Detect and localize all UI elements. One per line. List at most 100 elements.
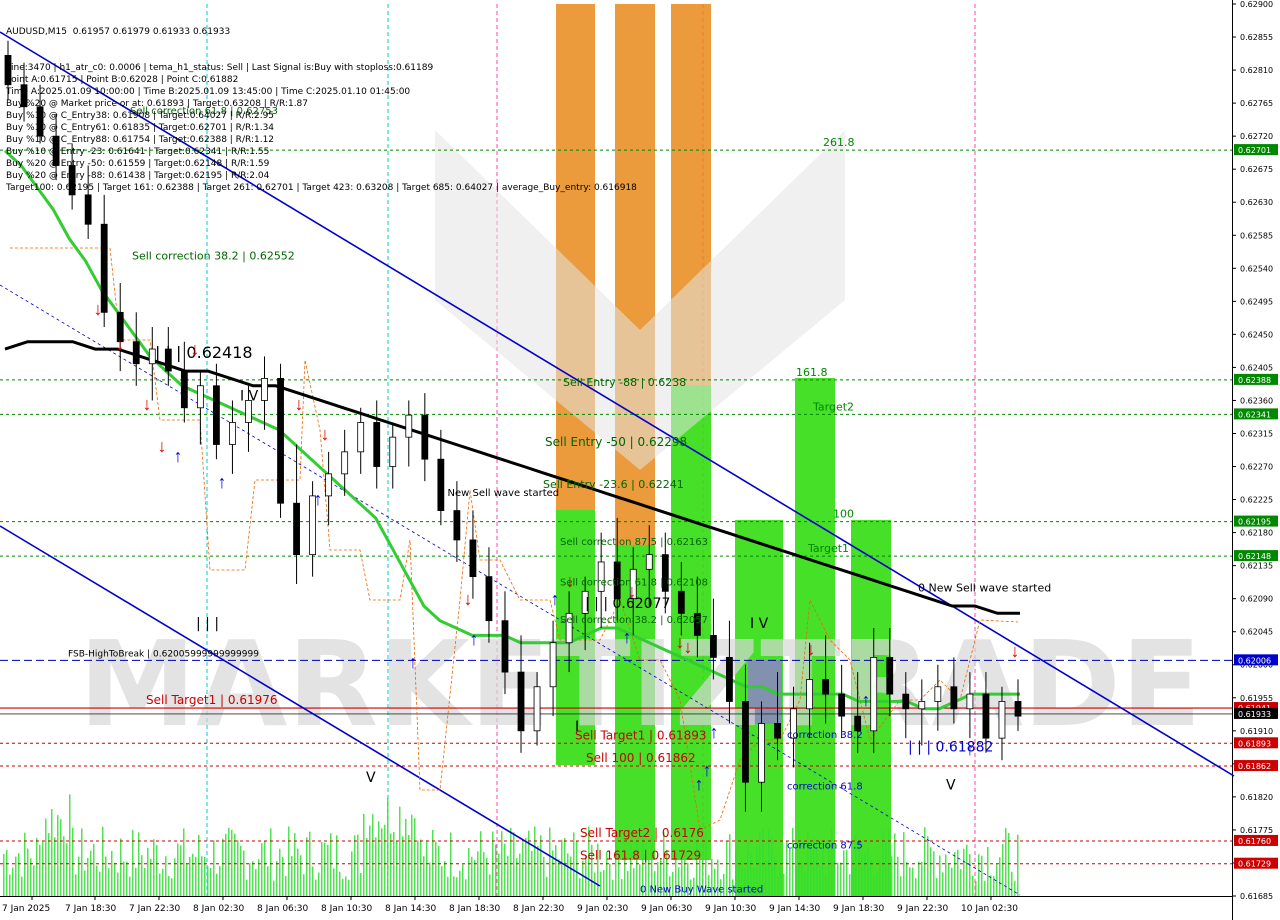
volume-bar [51, 809, 53, 896]
volume-bar [594, 872, 596, 896]
price-tick-label: 0.62270 [1240, 463, 1273, 472]
info-line: Buy %20 @ Market price or at: 0.61893 | … [6, 99, 309, 109]
volume-bar [141, 855, 143, 896]
candle-body-up [934, 686, 942, 702]
price-badge-label: 0.62006 [1238, 656, 1271, 665]
volume-bar [831, 828, 833, 896]
volume-bar [798, 861, 800, 896]
volume-bar [882, 830, 884, 896]
info-line: Point A:0.61715 | Point B:0.62028 | Poin… [6, 75, 239, 85]
volume-bar [276, 861, 278, 896]
volume-bar [822, 848, 824, 896]
volume-bar [267, 866, 269, 896]
annotation-label: Sell correction 38.2 | 0.62057 [560, 615, 708, 626]
candle-body-down [726, 656, 733, 702]
volume-bar [237, 839, 239, 896]
price-badge-label: 0.61862 [1238, 762, 1271, 771]
volume-bar [426, 840, 428, 896]
price-tick-label: 0.62900 [1240, 0, 1273, 9]
sell-arrow-icon: ↓ [628, 581, 637, 601]
volume-bar [507, 855, 509, 896]
price-tick-label: 0.62675 [1240, 165, 1273, 174]
info-lines: Line:3470 | h1_atr_c0: 0.0006 | tema_h1_… [6, 62, 637, 193]
level-label: Sell Target1 | 0.61893 [575, 728, 707, 742]
level-label: 161.8 [796, 366, 828, 379]
volume-bar [1002, 844, 1004, 896]
volume-bar [975, 880, 977, 896]
volume-bar [414, 818, 416, 896]
info-line: Buy %10 @ C_Entry88: 0.61754 | Target:0.… [6, 135, 275, 145]
volume-bar [432, 829, 434, 896]
volume-bar [837, 862, 839, 896]
volume-bar [609, 863, 611, 896]
volume-bar [972, 875, 974, 896]
candle-body-up [229, 422, 236, 445]
volume-bar [879, 860, 881, 896]
annotation-label: | | | 0.62418 [155, 343, 253, 362]
volume-bar [417, 840, 419, 896]
volume-bar [189, 856, 191, 896]
time-tick-label: 9 Jan 14:30 [769, 904, 821, 914]
candle-body-up [998, 701, 1006, 739]
sell-arrow-icon: ↓ [566, 571, 575, 591]
volume-bar [777, 876, 779, 896]
info-line: Buy %10 @ Entry -23: 0.61641 | Target:0.… [6, 147, 270, 157]
volume-bar [540, 835, 542, 896]
volume-bar [429, 862, 431, 896]
volume-bar [348, 879, 350, 896]
volume-bar [102, 826, 104, 896]
volume-bar [948, 864, 950, 896]
volume-bar [963, 848, 965, 896]
volume-bar [522, 842, 524, 896]
volume-bar [177, 843, 179, 896]
time-tick-label: 9 Jan 06:30 [641, 904, 693, 914]
price-badge-label: 0.62148 [1238, 552, 1271, 561]
price-tick-label: 0.61685 [1240, 892, 1273, 901]
price-tick-label: 0.62360 [1240, 396, 1273, 405]
volume-bar [441, 866, 443, 896]
candle-body-down [421, 414, 429, 460]
volume-bar [249, 863, 251, 896]
volume-bar [246, 879, 248, 896]
volume-bar [600, 871, 602, 896]
volume-bar [960, 869, 962, 896]
volume-bar [408, 835, 410, 896]
volume-bar [129, 876, 131, 896]
volume-bar [300, 855, 302, 896]
price-tick-label: 0.62045 [1240, 628, 1273, 637]
volume-bar [99, 871, 101, 896]
volume-bar [621, 879, 623, 896]
volume-bar [411, 814, 413, 896]
volume-bar [84, 870, 86, 896]
volume-bar [864, 852, 866, 896]
volume-bar [900, 876, 902, 896]
volume-bar [849, 874, 851, 896]
volume-bar [264, 840, 266, 896]
volume-bar [354, 835, 356, 896]
volume-bar [213, 840, 215, 896]
volume-bar [117, 872, 119, 896]
volume-bar [387, 797, 389, 896]
volume-bar [561, 839, 563, 896]
volume-bar [933, 851, 935, 896]
volume-bar [306, 837, 308, 896]
bottom-border [0, 896, 1232, 897]
candle-body-down [517, 671, 525, 732]
price-tick-label: 0.61910 [1240, 727, 1273, 736]
price-tick-label: 0.62450 [1240, 330, 1273, 339]
annotation-label: Sell Entry -88 | 0.6238 [563, 376, 686, 389]
volume-bar [363, 813, 365, 896]
volume-bar [81, 828, 83, 896]
volume-bar [840, 862, 842, 896]
volume-bar [321, 842, 323, 896]
volume-bar [930, 847, 932, 896]
annotation-label: 0 New Sell wave started [918, 581, 1051, 594]
volume-bar [444, 861, 446, 896]
volume-bar [279, 848, 281, 896]
volume-bar [612, 879, 614, 896]
time-tick-label: 9 Jan 10:30 [705, 904, 757, 914]
buy-arrow-icon: ↑ [703, 760, 712, 780]
volume-bar [966, 844, 968, 896]
price-tick-label: 0.62855 [1240, 33, 1273, 42]
info-line: Line:3470 | h1_atr_c0: 0.0006 | tema_h1_… [6, 63, 434, 73]
